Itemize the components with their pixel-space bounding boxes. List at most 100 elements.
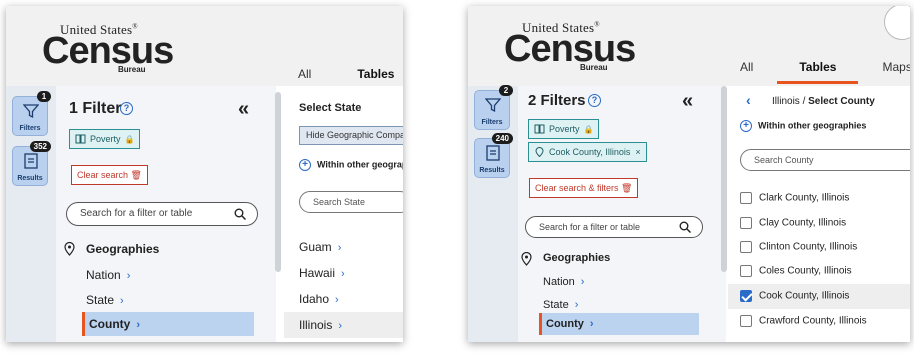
county-label: Clark County, Illinois xyxy=(759,192,850,204)
filter-panel-scrollbar[interactable] xyxy=(275,92,281,272)
county-label: Crawford County, Illinois xyxy=(759,315,867,327)
county-item-selected[interactable]: Cook County, Illinois xyxy=(740,290,849,302)
left-screenshot: United States® Census Bureau All Tables … xyxy=(6,6,403,342)
checkbox[interactable] xyxy=(740,217,752,229)
screenshot-comparison: United States® Census Bureau All Tables … xyxy=(0,0,914,360)
checkbox[interactable] xyxy=(740,265,752,277)
checkbox[interactable] xyxy=(740,192,752,204)
results-rail-label: Results xyxy=(479,167,505,174)
clear-search-button[interactable]: Clear search 🗑 xyxy=(71,165,148,185)
within-other-geographies[interactable]: + Within other geographies xyxy=(299,159,403,171)
census-logo[interactable]: United States® Census Bureau xyxy=(504,16,636,72)
filter-count-title: 1 Filter xyxy=(69,100,122,117)
filter-chip-poverty[interactable]: Poverty 🔒 xyxy=(528,119,600,139)
clear-search-filters-button[interactable]: Clear search & filters 🗑 xyxy=(529,178,639,198)
help-icon[interactable]: ? xyxy=(120,102,133,115)
geographies-label: Geographies xyxy=(86,242,160,256)
state-item-label: Hawaii xyxy=(299,266,336,280)
chevron-right-icon: › xyxy=(580,276,585,288)
collapse-panel-button[interactable]: « xyxy=(682,90,693,113)
state-item-hawaii[interactable]: Hawaii › xyxy=(299,266,345,280)
county-item[interactable]: Crawford County, Illinois xyxy=(740,315,867,327)
tab-all[interactable]: All xyxy=(298,67,311,87)
geo-item-state[interactable]: State › xyxy=(86,293,124,307)
site-header: United States® Census Bureau All Tables xyxy=(6,6,403,91)
checkbox[interactable] xyxy=(740,241,752,253)
geographies-heading[interactable]: Geographies xyxy=(521,252,611,266)
county-label: Clinton County, Illinois xyxy=(759,241,858,253)
chevron-right-icon: › xyxy=(589,318,594,330)
state-item-illinois[interactable]: Illinois › xyxy=(299,318,342,332)
geo-item-county[interactable]: County › xyxy=(539,313,699,335)
within-other-geographies[interactable]: + Within other geographies xyxy=(740,120,866,132)
filter-panel: 2 Filters ? « Poverty 🔒 Cook County, Illi… xyxy=(518,86,727,342)
map-pin-icon xyxy=(521,252,532,266)
filter-chip-cook-county[interactable]: Cook County, Illinois × xyxy=(528,142,647,162)
document-icon xyxy=(24,153,38,169)
funnel-icon xyxy=(23,104,39,119)
breadcrumb-parent[interactable]: Illinois / xyxy=(772,96,808,107)
results-rail-button[interactable]: 352 Results xyxy=(12,141,51,186)
filters-rail-button[interactable]: 1 Filters xyxy=(12,91,51,136)
side-rail: 2 Filters 240 Results xyxy=(468,85,518,342)
geographies-label: Geographies xyxy=(543,252,611,264)
chevron-right-icon: › xyxy=(335,294,339,306)
book-icon xyxy=(534,124,545,134)
chevron-right-icon: › xyxy=(574,299,579,311)
results-rail-label: Results xyxy=(17,175,43,182)
filter-search-input[interactable]: Search for a filter or table xyxy=(66,202,258,226)
geographies-heading[interactable]: Geographies xyxy=(64,242,160,256)
checkbox[interactable] xyxy=(740,315,752,327)
logo-word: Census xyxy=(42,30,174,72)
filters-rail-label: Filters xyxy=(481,119,503,126)
census-logo[interactable]: United States® Census Bureau xyxy=(42,16,174,74)
tab-all[interactable]: All xyxy=(740,60,753,80)
state-item-idaho[interactable]: Idaho › xyxy=(299,292,339,306)
document-icon xyxy=(486,145,500,161)
geo-item-county[interactable]: County › xyxy=(82,312,254,336)
header-round-button[interactable] xyxy=(884,6,910,40)
filters-rail-button[interactable]: 2 Filters xyxy=(474,85,513,130)
help-icon[interactable]: ? xyxy=(588,94,601,107)
funnel-icon xyxy=(485,98,501,113)
filter-search-placeholder: Search for a filter or table xyxy=(80,208,193,219)
hide-geographic-comparison-button[interactable]: Hide Geographic Comparison xyxy=(299,126,403,145)
tab-tables[interactable]: Tables xyxy=(777,60,859,84)
collapse-panel-button[interactable]: « xyxy=(238,98,249,121)
tab-tables[interactable]: Tables xyxy=(335,67,403,91)
results-rail-button[interactable]: 240 Results xyxy=(474,133,513,178)
county-item[interactable]: Coles County, Illinois xyxy=(740,265,852,277)
geo-item-nation[interactable]: Nation › xyxy=(543,276,584,288)
chevron-right-icon: › xyxy=(341,268,345,280)
filter-count-title: 2 Filters xyxy=(528,92,586,109)
right-screenshot: United States® Census Bureau All Tables … xyxy=(468,6,910,342)
remove-chip-icon[interactable]: × xyxy=(635,143,640,161)
filter-search-placeholder: Search for a filter or table xyxy=(539,222,641,232)
state-item-guam[interactable]: Guam › xyxy=(299,240,341,254)
geo-item-nation[interactable]: Nation › xyxy=(86,268,130,282)
filter-chip-poverty[interactable]: Poverty 🔒 xyxy=(69,129,141,149)
chevron-right-icon: › xyxy=(337,242,342,254)
geo-item-state[interactable]: State › xyxy=(543,299,578,311)
county-item[interactable]: Clay County, Illinois xyxy=(740,217,846,229)
results-count-badge: 240 xyxy=(491,133,513,144)
state-search-placeholder: Search State xyxy=(313,197,366,207)
checkbox-checked[interactable] xyxy=(740,290,752,302)
filters-count-badge: 1 xyxy=(37,91,51,102)
filter-panel-scrollbar[interactable] xyxy=(721,86,727,272)
county-item[interactable]: Clinton County, Illinois xyxy=(740,241,857,253)
county-search-input[interactable]: Search County xyxy=(740,149,910,171)
map-pin-icon xyxy=(64,242,75,256)
geo-item-label: County xyxy=(546,318,584,330)
geo-item-label: County xyxy=(89,317,131,331)
logo-line3: Bureau xyxy=(580,63,608,72)
filter-search-input[interactable]: Search for a filter or table xyxy=(525,216,703,238)
county-item[interactable]: Clark County, Illinois xyxy=(740,192,849,204)
back-arrow-icon[interactable]: ‹ xyxy=(746,92,751,108)
breadcrumb-current: Select County xyxy=(808,96,875,107)
chevron-right-icon: › xyxy=(126,270,131,282)
tab-maps[interactable]: Maps xyxy=(882,60,910,80)
state-search-input[interactable]: Search State xyxy=(299,191,403,213)
filter-chip-label: Poverty xyxy=(549,124,580,134)
geo-item-label: Nation xyxy=(543,276,575,288)
